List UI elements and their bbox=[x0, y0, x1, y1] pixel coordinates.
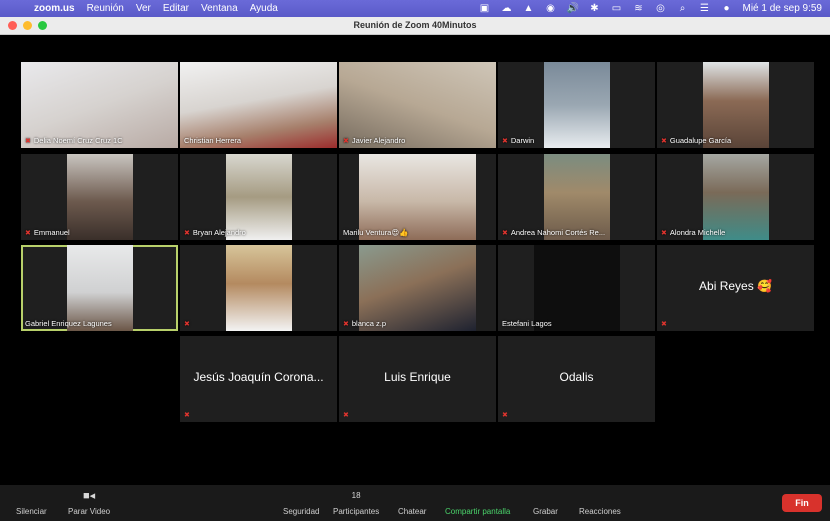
muted-mic-icon: ✖ bbox=[184, 321, 190, 328]
participant-tile[interactable]: ✖ blanca z.p bbox=[339, 245, 496, 331]
video-camera-icon: ■◂ bbox=[82, 490, 96, 502]
video-feed bbox=[544, 62, 610, 148]
wifi-icon[interactable]: ≋ bbox=[633, 3, 645, 14]
muted-mic-icon: ✖ bbox=[661, 321, 667, 328]
meeting-controls: Silenciar ■◂ Parar Video Seguridad 18 Pa… bbox=[0, 485, 830, 521]
participant-name: Marilu Ventura😍👍 bbox=[343, 228, 409, 237]
participant-tile-active-speaker[interactable]: Gabriel Enriquez Lagunes bbox=[21, 245, 178, 331]
participant-tile[interactable]: ✖ Alondra Michelle bbox=[657, 154, 814, 240]
participant-tile[interactable]: Jesús Joaquín Corona... ✖ bbox=[180, 336, 337, 422]
participant-tile[interactable]: ✖ Darwin bbox=[498, 62, 655, 148]
record-button[interactable]: Grabar bbox=[533, 489, 558, 516]
stop-video-button[interactable]: ■◂ Parar Video bbox=[68, 489, 110, 516]
battery-icon[interactable]: ▭ bbox=[611, 3, 623, 14]
muted-mic-icon: ✖ bbox=[502, 137, 508, 145]
muted-mic-icon: ✖ bbox=[661, 137, 667, 145]
reactions-icon bbox=[579, 489, 621, 503]
participant-name: ✖ Bryan Alejandro bbox=[184, 228, 246, 237]
participant-tile[interactable]: ✖ Guadalupe García bbox=[657, 62, 814, 148]
participant-tile[interactable]: ✖ bbox=[180, 245, 337, 331]
chat-icon bbox=[398, 489, 426, 503]
muted-mic-icon: ✖ bbox=[25, 137, 31, 145]
participant-name: ✖ Darwin bbox=[502, 136, 535, 145]
muted-mic-icon: ✖ bbox=[502, 412, 508, 419]
muted-mic-icon: ✖ bbox=[343, 320, 349, 328]
participant-tile[interactable]: ✖ Delia Noemí Cruz Cruz 1C bbox=[21, 62, 178, 148]
microphone-icon bbox=[16, 489, 47, 503]
muted-mic-icon: ✖ bbox=[25, 229, 31, 237]
security-button[interactable]: Seguridad bbox=[283, 489, 319, 516]
menu-reunion[interactable]: Reunión bbox=[87, 3, 124, 14]
participant-tile[interactable]: ✖ Javier Alejandro bbox=[339, 62, 496, 148]
participant-name: Christian Herrera bbox=[184, 136, 242, 145]
menu-ver[interactable]: Ver bbox=[136, 3, 151, 14]
cloud-icon[interactable]: ☁ bbox=[501, 3, 513, 14]
participant-name: ✖ Guadalupe García bbox=[661, 136, 732, 145]
participant-name: ✖ Delia Noemí Cruz Cruz 1C bbox=[25, 136, 123, 145]
menu-ventana[interactable]: Ventana bbox=[201, 3, 238, 14]
participant-tile[interactable]: ✖ Andrea Nahomi Cortés Re... bbox=[498, 154, 655, 240]
participant-tile[interactable]: ✖ Bryan Alejandro bbox=[180, 154, 337, 240]
record-icon bbox=[533, 489, 558, 503]
end-meeting-button[interactable]: Fin bbox=[782, 494, 822, 512]
volume-icon[interactable]: 🔊 bbox=[567, 3, 579, 14]
muted-mic-icon: ✖ bbox=[661, 229, 667, 237]
participant-tile[interactable]: Christian Herrera bbox=[180, 62, 337, 148]
shield-icon bbox=[283, 489, 319, 503]
muted-mic-icon: ✖ bbox=[184, 229, 190, 237]
control-center-icon[interactable]: ☰ bbox=[699, 3, 711, 14]
participant-tile[interactable]: Luis Enrique ✖ bbox=[339, 336, 496, 422]
user-icon[interactable]: ◎ bbox=[655, 3, 667, 14]
siri-icon[interactable]: ● bbox=[721, 3, 733, 14]
participant-tile[interactable]: Odalis ✖ bbox=[498, 336, 655, 422]
mac-menubar: zoom.us Reunión Ver Editar Ventana Ayuda… bbox=[0, 0, 830, 17]
participant-name: ✖ bbox=[184, 320, 193, 328]
status-area: ▣ ☁ ▲ ◉ 🔊 ✱ ▭ ≋ ◎ ⌕ ☰ ● Mié 1 de sep 9:5… bbox=[479, 0, 823, 17]
participant-name-large: Jesús Joaquín Corona... bbox=[193, 370, 324, 384]
participant-tile[interactable]: ✖ Emmanuel bbox=[21, 154, 178, 240]
window-title: Reunión de Zoom 40Minutos bbox=[353, 20, 477, 30]
muted-mic-icon: ✖ bbox=[343, 412, 349, 419]
share-screen-icon bbox=[445, 489, 510, 503]
gallery-view: ✖ Delia Noemí Cruz Cruz 1C Christian Herr… bbox=[0, 36, 830, 485]
participant-name-large: Luis Enrique bbox=[384, 370, 451, 384]
record-icon[interactable]: ◉ bbox=[545, 3, 557, 14]
participants-count: 18 bbox=[351, 491, 361, 500]
reactions-button[interactable]: Reacciones bbox=[579, 489, 621, 516]
muted-mic-icon: ✖ bbox=[502, 229, 508, 237]
participant-tile[interactable]: Marilu Ventura😍👍 bbox=[339, 154, 496, 240]
spotlight-icon[interactable]: ⌕ bbox=[677, 3, 689, 14]
clock[interactable]: Mié 1 de sep 9:59 bbox=[743, 3, 823, 14]
participant-name: ✖ blanca z.p bbox=[343, 319, 387, 328]
zoom-status-icon[interactable]: ▣ bbox=[479, 3, 491, 14]
menu-app[interactable]: zoom.us bbox=[34, 3, 75, 14]
window-titlebar: Reunión de Zoom 40Minutos bbox=[0, 17, 830, 35]
share-screen-button[interactable]: Compartir pantalla bbox=[445, 489, 510, 516]
muted-mic-icon: ✖ bbox=[184, 412, 190, 419]
chat-button[interactable]: Chatear bbox=[398, 489, 426, 516]
menu-editar[interactable]: Editar bbox=[163, 3, 189, 14]
participants-button[interactable]: 18 Participantes bbox=[333, 489, 379, 516]
participant-tile[interactable]: Estefani Lagos bbox=[498, 245, 655, 331]
mute-button[interactable]: Silenciar bbox=[16, 489, 47, 516]
bluetooth-icon[interactable]: ✱ bbox=[589, 3, 601, 14]
drive-icon[interactable]: ▲ bbox=[523, 3, 535, 14]
participant-name: Gabriel Enriquez Lagunes bbox=[25, 319, 112, 328]
video-feed bbox=[226, 245, 292, 331]
participant-name: ✖ Andrea Nahomi Cortés Re... bbox=[502, 228, 606, 237]
participant-name-large: Odalis bbox=[559, 370, 594, 384]
muted-mic-icon: ✖ bbox=[343, 137, 349, 145]
participant-name: ✖ Javier Alejandro bbox=[343, 136, 406, 145]
participant-name: ✖ Emmanuel bbox=[25, 228, 70, 237]
participant-name-large: Abi Reyes 🥰 bbox=[699, 279, 772, 293]
participant-name: Estefani Lagos bbox=[502, 319, 552, 328]
participant-tile[interactable]: Abi Reyes 🥰 ✖ bbox=[657, 245, 814, 331]
video-feed bbox=[67, 154, 133, 240]
participant-name: ✖ Alondra Michelle bbox=[661, 228, 726, 237]
menu-ayuda[interactable]: Ayuda bbox=[250, 3, 278, 14]
